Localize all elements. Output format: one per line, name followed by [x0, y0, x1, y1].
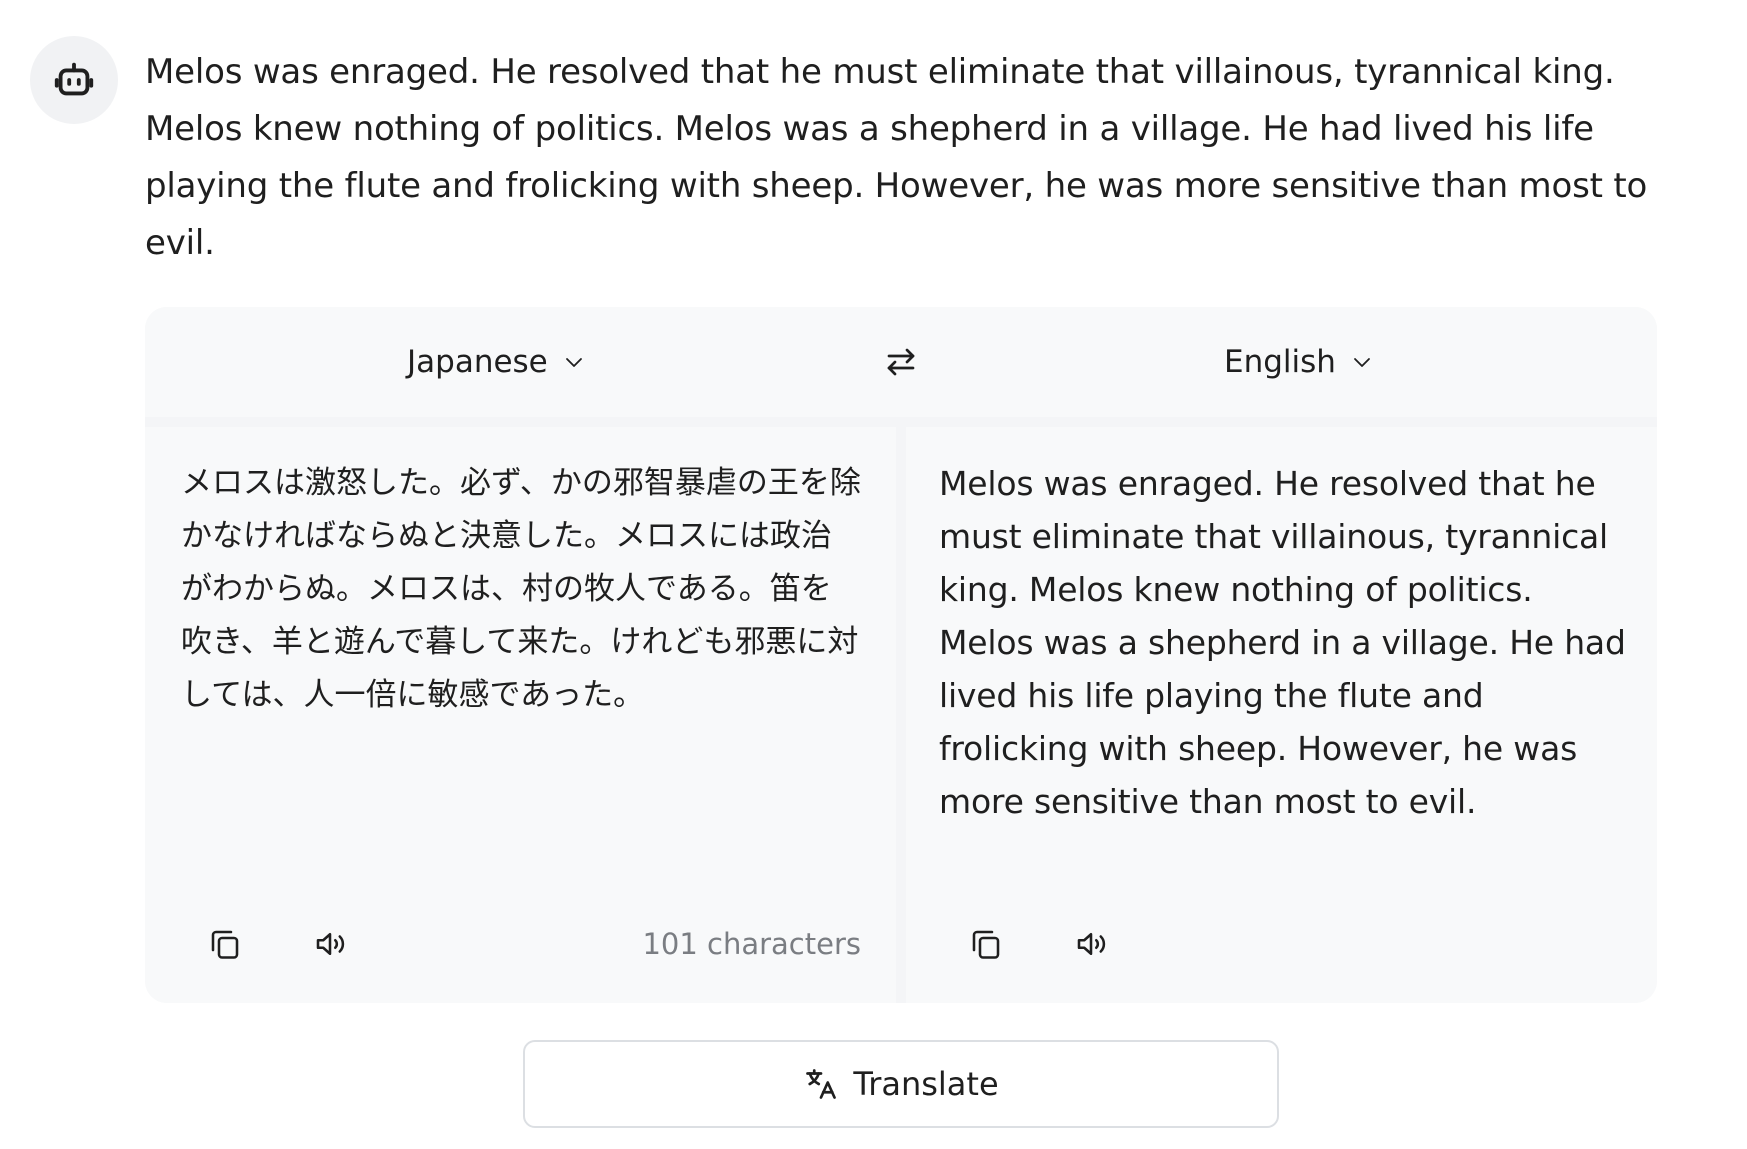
speak-source-button[interactable] [300, 914, 360, 974]
source-pane: メロスは激怒した。必ず、かの邪智暴虐の王を除かなければならぬと決意した。メロスに… [145, 427, 896, 1003]
copy-icon [972, 930, 1000, 959]
target-actions [906, 914, 1657, 974]
chevron-down-icon [565, 358, 582, 367]
translate-button[interactable]: Translate [523, 1040, 1279, 1128]
source-language-label: Japanese [407, 344, 548, 380]
copy-icon [211, 930, 239, 959]
copy-translation-button[interactable] [956, 914, 1016, 974]
chevron-down-icon [1354, 358, 1370, 367]
swap-languages-button[interactable] [876, 337, 926, 387]
character-count: 101 characters [642, 927, 861, 961]
target-pane: Melos was enraged. He resolved that he m… [906, 427, 1657, 1003]
target-language-select[interactable]: English [1224, 307, 1374, 417]
source-actions: 101 characters [145, 914, 896, 974]
target-language-label: English [1224, 344, 1336, 380]
speak-translation-button[interactable] [1061, 914, 1121, 974]
translated-text: Melos was enraged. He resolved that he m… [939, 464, 1626, 821]
translator-card: Japanese English メロスは激怒した。必ず、かの邪智暴虐の王を除か… [145, 307, 1657, 1003]
source-text-input[interactable]: メロスは激怒した。必ず、かの邪智暴虐の王を除かなければならぬと決意した。メロスに… [181, 457, 861, 722]
source-language-select[interactable]: Japanese [407, 307, 586, 417]
assistant-message-text: Melos was enraged. He resolved that he m… [145, 52, 1648, 263]
language-bar: Japanese English [145, 307, 1657, 417]
speaker-icon [316, 932, 345, 956]
speaker-icon [1077, 932, 1106, 956]
translate-icon [806, 1069, 837, 1099]
robot-icon [54, 62, 94, 96]
copy-source-button[interactable] [195, 914, 255, 974]
swap-arrows-icon [887, 348, 915, 376]
assistant-avatar [30, 36, 118, 124]
translate-button-label: Translate [853, 1065, 999, 1103]
